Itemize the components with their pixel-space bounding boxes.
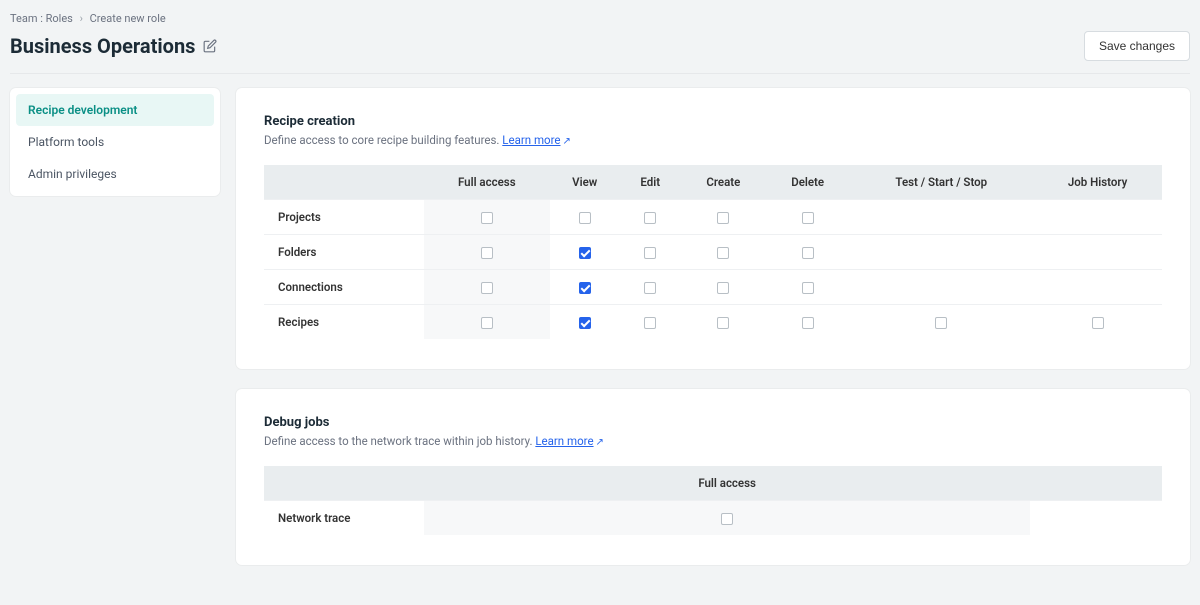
- permission-cell: [681, 235, 766, 270]
- col-view: View: [550, 165, 620, 200]
- col-full-access: Full access: [424, 165, 550, 200]
- checkbox[interactable]: [644, 317, 656, 329]
- permission-cell: [766, 305, 849, 340]
- permission-cell: [424, 501, 1030, 536]
- row-label: Recipes: [264, 305, 424, 340]
- checkbox[interactable]: [644, 212, 656, 224]
- checkbox[interactable]: [721, 513, 733, 525]
- external-link-icon: ↗: [562, 136, 570, 147]
- col-test-start-stop: Test / Start / Stop: [849, 165, 1033, 200]
- checkbox[interactable]: [579, 317, 591, 329]
- permission-cell: [766, 200, 849, 235]
- checkbox[interactable]: [802, 212, 814, 224]
- checkbox[interactable]: [579, 247, 591, 259]
- permission-cell: [766, 235, 849, 270]
- permission-cell: [424, 305, 550, 340]
- permission-cell: [849, 200, 1033, 235]
- permission-cell: [550, 200, 620, 235]
- permission-cell: [1033, 200, 1162, 235]
- checkbox[interactable]: [481, 282, 493, 294]
- save-changes-button[interactable]: Save changes: [1084, 31, 1190, 61]
- permission-cell: [424, 200, 550, 235]
- learn-more-link[interactable]: Learn more: [535, 434, 593, 448]
- table-row: Connections: [264, 270, 1162, 305]
- permission-cell: [620, 235, 681, 270]
- permission-cell: [681, 305, 766, 340]
- sidebar-item-platform-tools[interactable]: Platform tools: [16, 126, 214, 158]
- permission-cell: [849, 305, 1033, 340]
- breadcrumb-separator: ›: [80, 12, 83, 25]
- col-delete: Delete: [766, 165, 849, 200]
- sidebar: Recipe development Platform tools Admin …: [10, 88, 220, 196]
- permission-cell: [550, 270, 620, 305]
- checkbox[interactable]: [935, 317, 947, 329]
- checkbox[interactable]: [644, 247, 656, 259]
- debug-jobs-panel: Debug jobs Define access to the network …: [236, 389, 1190, 565]
- permission-cell: [550, 305, 620, 340]
- section-desc-debug-jobs: Define access to the network trace withi…: [264, 434, 1162, 448]
- sidebar-item-admin-privileges[interactable]: Admin privileges: [16, 158, 214, 190]
- section-title-recipe-creation: Recipe creation: [264, 114, 1162, 129]
- checkbox[interactable]: [579, 282, 591, 294]
- col-rowlabel: [264, 466, 424, 501]
- permission-cell: [550, 235, 620, 270]
- permission-cell: [620, 270, 681, 305]
- row-label: Projects: [264, 200, 424, 235]
- col-full-access: Full access: [424, 466, 1030, 501]
- checkbox[interactable]: [802, 282, 814, 294]
- checkbox[interactable]: [481, 247, 493, 259]
- learn-more-link[interactable]: Learn more: [502, 133, 560, 147]
- breadcrumb-current: Create new role: [90, 12, 166, 25]
- recipe-creation-panel: Recipe creation Define access to core re…: [236, 88, 1190, 369]
- table-row: Projects: [264, 200, 1162, 235]
- breadcrumb-root[interactable]: Team : Roles: [10, 12, 73, 25]
- permissions-table-debug-jobs: Full access Network trace: [264, 466, 1162, 535]
- col-job-history: Job History: [1033, 165, 1162, 200]
- permission-cell: [681, 200, 766, 235]
- permission-cell: [681, 270, 766, 305]
- table-row: Network trace: [264, 501, 1162, 536]
- edit-icon[interactable]: [203, 39, 217, 53]
- permission-cell: [1033, 235, 1162, 270]
- checkbox[interactable]: [717, 212, 729, 224]
- permission-cell: [620, 200, 681, 235]
- checkbox[interactable]: [579, 212, 591, 224]
- checkbox[interactable]: [481, 317, 493, 329]
- permission-cell: [766, 270, 849, 305]
- external-link-icon: ↗: [596, 437, 604, 448]
- checkbox[interactable]: [802, 317, 814, 329]
- breadcrumb: Team : Roles › Create new role: [10, 12, 1190, 25]
- col-create: Create: [681, 165, 766, 200]
- permission-cell: [424, 270, 550, 305]
- section-desc-recipe-creation: Define access to core recipe building fe…: [264, 133, 1162, 147]
- page-title: Business Operations: [10, 34, 195, 58]
- permission-cell: [620, 305, 681, 340]
- checkbox[interactable]: [717, 317, 729, 329]
- table-row: Folders: [264, 235, 1162, 270]
- checkbox[interactable]: [481, 212, 493, 224]
- permission-cell: [424, 235, 550, 270]
- permission-cell: [1033, 270, 1162, 305]
- row-label: Connections: [264, 270, 424, 305]
- checkbox[interactable]: [717, 247, 729, 259]
- permissions-table-recipe-creation: Full access View Edit Create Delete Test…: [264, 165, 1162, 339]
- section-title-debug-jobs: Debug jobs: [264, 415, 1162, 430]
- sidebar-item-recipe-development[interactable]: Recipe development: [16, 94, 214, 126]
- checkbox[interactable]: [717, 282, 729, 294]
- permission-cell: [849, 270, 1033, 305]
- col-edit: Edit: [620, 165, 681, 200]
- table-row: Recipes: [264, 305, 1162, 340]
- col-rowlabel: [264, 165, 424, 200]
- checkbox[interactable]: [1092, 317, 1104, 329]
- permission-cell: [849, 235, 1033, 270]
- row-label: Folders: [264, 235, 424, 270]
- checkbox[interactable]: [644, 282, 656, 294]
- checkbox[interactable]: [802, 247, 814, 259]
- permission-cell: [1033, 305, 1162, 340]
- row-label: Network trace: [264, 501, 424, 536]
